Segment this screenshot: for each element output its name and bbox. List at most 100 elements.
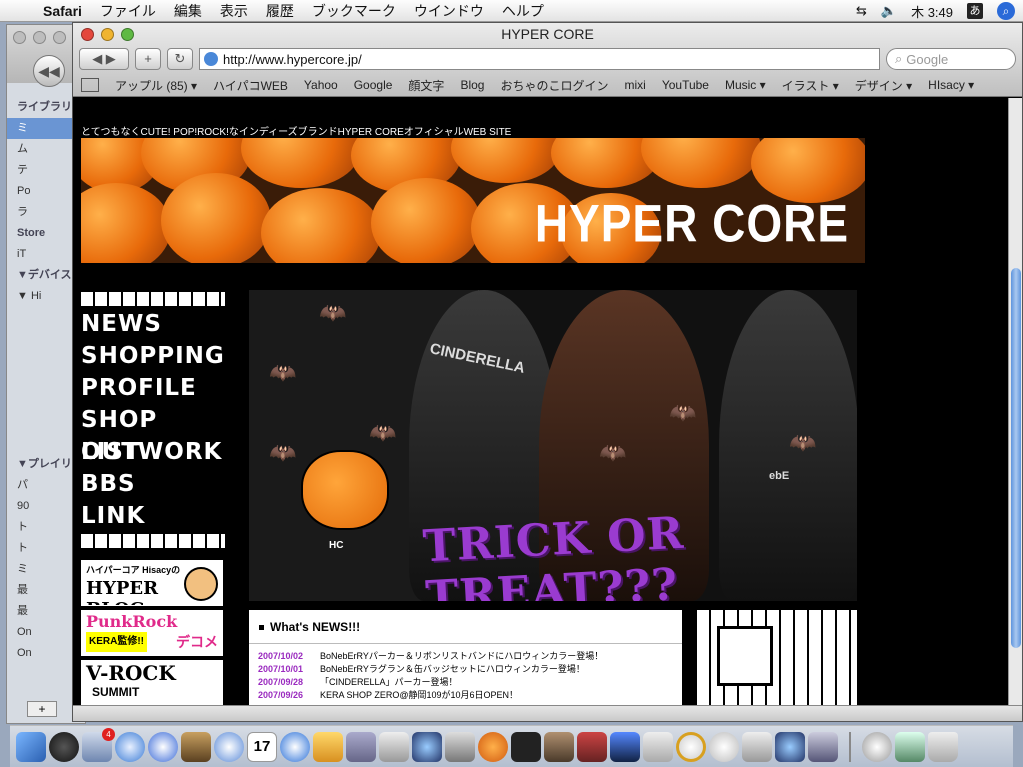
mail-icon[interactable]: 4: [82, 727, 115, 762]
nav-profile[interactable]: PROFILE: [81, 372, 225, 404]
list-item[interactable]: 2007/10/02 BoNebErRYパーカー＆リボンリストバンドにハロウィンカ…: [258, 650, 682, 663]
app-icon[interactable]: [808, 731, 838, 762]
web-content: とてつもなくCUTE! POP!ROCK!なインディーズブランドHYPER CO…: [73, 98, 1009, 707]
x-tool-icon[interactable]: [643, 731, 673, 762]
list-item[interactable]: 2007/09/28 「CINDERELLA」パーカー登場！: [258, 676, 682, 689]
dvd-player-icon[interactable]: [379, 731, 409, 762]
itunes-zoom-button[interactable]: [53, 31, 66, 44]
mail-folder-icon[interactable]: [862, 731, 892, 762]
itunes-add-playlist-button[interactable]: +: [27, 701, 57, 717]
bookmark-illust-folder[interactable]: イラスト ▾: [774, 77, 847, 94]
address-bar[interactable]: http://www.hypercore.jp/: [199, 48, 880, 70]
ichat-alt-icon[interactable]: [775, 731, 805, 762]
hyper-blog-banner[interactable]: ハイパーコア Hisacyの HYPER BLOG: [81, 560, 223, 606]
nav-news[interactable]: NEWS: [81, 308, 225, 340]
menu-clock[interactable]: 木 3:49: [911, 2, 953, 21]
news-text[interactable]: 「CINDERELLA」パーカー登場！: [320, 677, 458, 687]
v-rock-subtitle: SUMMIT: [92, 685, 140, 699]
iphoto-icon[interactable]: [181, 731, 211, 762]
itunes-minimize-button[interactable]: [33, 31, 46, 44]
decome-label: デコメ: [176, 634, 218, 650]
google-search-field[interactable]: ⌕ Google: [886, 48, 1016, 70]
safari-icon[interactable]: [115, 731, 145, 762]
ical-icon[interactable]: 17: [247, 731, 277, 762]
finder-icon[interactable]: [16, 731, 46, 762]
nav-shop-list[interactable]: SHOP LIST: [81, 404, 225, 465]
vertical-scrollbar[interactable]: [1008, 98, 1022, 707]
nav-bbs[interactable]: BBS: [81, 468, 225, 500]
shirt-print-2: ebE: [769, 470, 790, 482]
brand-logo: HYPER CORE: [534, 193, 849, 253]
photo-icon[interactable]: [577, 731, 607, 762]
bookmark-google[interactable]: Google: [346, 78, 401, 92]
portrait-icon[interactable]: [544, 731, 574, 762]
itunes-icon[interactable]: [214, 731, 244, 762]
bookmark-blog[interactable]: Blog: [452, 78, 492, 92]
news-text[interactable]: BoNebErRYラグラン＆缶バッジセットにハロウィンカラー登場！: [320, 664, 585, 674]
itunes-dvd-icon[interactable]: [148, 731, 178, 762]
address-bar-url[interactable]: http://www.hypercore.jp/: [223, 52, 362, 67]
news-date: 2007/09/28: [258, 677, 304, 687]
nav-border-bottom: [81, 534, 225, 548]
dashboard-icon[interactable]: [49, 731, 79, 762]
eye-icon[interactable]: [511, 731, 541, 762]
news-text[interactable]: KERA SHOP ZERO@静岡109が10月6日OPEN！: [320, 690, 518, 700]
itunes-previous-button[interactable]: ◀◀: [33, 55, 65, 87]
input-method-icon[interactable]: あ: [967, 3, 983, 19]
search-tool-icon[interactable]: [445, 731, 475, 762]
search-icon: ⌕: [895, 51, 903, 66]
sync-icon[interactable]: ⇆: [856, 3, 867, 19]
back-forward-buttons[interactable]: ◀ ▶: [79, 48, 129, 70]
stamp-icon[interactable]: [346, 731, 376, 762]
disc-icon[interactable]: [709, 731, 739, 762]
trash-icon[interactable]: [928, 731, 958, 762]
nav-border-top: [81, 292, 225, 306]
v-rock-summit-banner[interactable]: V-ROCK SUMMIT: [81, 660, 223, 707]
volume-icon[interactable]: 🔈: [881, 3, 897, 19]
add-bookmark-button[interactable]: +: [135, 48, 161, 70]
menu-app-safari[interactable]: Safari: [34, 3, 91, 19]
preview-icon[interactable]: [313, 731, 343, 762]
menu-bookmarks[interactable]: ブックマーク: [303, 1, 405, 21]
scrollbar-thumb[interactable]: [1011, 268, 1021, 648]
menu-file[interactable]: ファイル: [91, 1, 165, 21]
gls-icon[interactable]: [895, 731, 925, 762]
bookmark-yahoo[interactable]: Yahoo: [296, 78, 346, 92]
punk-rock-decome-banner[interactable]: PunkRock KERA監修!! デコメ: [81, 610, 223, 656]
bookmark-mixi[interactable]: mixi: [616, 78, 653, 92]
bookmark-design-folder[interactable]: デザイン ▾: [847, 77, 920, 94]
cd-icon[interactable]: [676, 731, 706, 762]
v-rock-title: V-ROCK: [86, 661, 176, 685]
ichat-icon[interactable]: [412, 731, 442, 762]
bookmark-apple[interactable]: アップル (85) ▾: [107, 77, 205, 94]
news-date: 2007/10/02: [258, 651, 304, 661]
nav-shopping[interactable]: SHOPPING: [81, 340, 225, 372]
itunes-close-button[interactable]: [13, 31, 26, 44]
window-title: HYPER CORE: [501, 26, 594, 42]
site-banner[interactable]: HYPER CORE: [81, 138, 865, 263]
menu-window[interactable]: ウインドウ: [405, 1, 493, 21]
flower-icon[interactable]: [478, 731, 508, 762]
news-text[interactable]: BoNebErRYパーカー＆リボンリストバンドにハロウィンカラー登場！: [320, 651, 603, 661]
nav-outwork[interactable]: OUTWORK: [81, 436, 225, 468]
nav-link[interactable]: LINK: [81, 500, 225, 532]
menu-help[interactable]: ヘルプ: [493, 1, 553, 21]
list-item[interactable]: 2007/10/01 BoNebErRYラグラン＆缶バッジセットにハロウィンカラー…: [258, 663, 682, 676]
bookmark-youtube[interactable]: YouTube: [654, 78, 717, 92]
bookmark-hypercore-web[interactable]: ハイパコWEB: [205, 77, 296, 94]
film-icon[interactable]: [610, 731, 640, 762]
menu-view[interactable]: 表示: [211, 1, 257, 21]
reload-button[interactable]: ↻: [167, 48, 193, 70]
menu-history[interactable]: 履歴: [257, 1, 303, 21]
bookmark-kaomoji[interactable]: 顔文字: [400, 77, 452, 94]
spotlight-icon[interactable]: ⌕: [997, 2, 1015, 20]
list-item[interactable]: 2007/09/26 KERA SHOP ZERO@静岡109が10月6日OPEN…: [258, 689, 682, 702]
bookmark-hisacy-folder[interactable]: HIsacy ▾: [920, 78, 982, 92]
bookmark-music-folder[interactable]: Music ▾: [717, 78, 774, 92]
bookmark-ochanoko-login[interactable]: おちゃのこログイン: [492, 77, 616, 94]
bookmarks-book-icon[interactable]: [81, 78, 99, 92]
quicktime-icon[interactable]: [280, 731, 310, 762]
menu-edit[interactable]: 編集: [165, 1, 211, 21]
site-favicon-icon: [204, 52, 218, 66]
script-icon[interactable]: [742, 731, 772, 762]
